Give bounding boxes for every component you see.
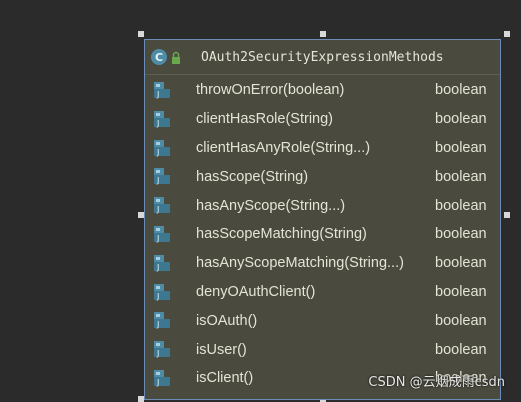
method-name: hasScope(String)	[196, 168, 309, 185]
method-j-icon: J	[153, 340, 171, 358]
method-name: clientHasRole(String)	[196, 111, 333, 128]
method-name: clientHasAnyRole(String...)	[196, 139, 371, 156]
method-j-icon: J	[153, 81, 171, 99]
lock-icon	[171, 50, 181, 64]
method-name: throwOnError(boolean)	[196, 82, 345, 99]
svg-text:J: J	[156, 320, 159, 329]
resize-handle-top-center[interactable]	[320, 31, 326, 37]
method-j-icon: J	[153, 369, 171, 387]
method-j-icon: J	[153, 196, 171, 214]
svg-text:J: J	[156, 378, 159, 387]
return-type: boolean	[435, 82, 487, 99]
return-type: boolean	[435, 341, 487, 358]
method-list-item[interactable]: JisOAuth() boolean	[145, 306, 500, 335]
class-c-icon: C	[151, 49, 167, 65]
resize-handle-middle-right[interactable]	[504, 212, 510, 218]
return-type: boolean	[435, 168, 487, 185]
class-name-title: OAuth2SecurityExpressionMethods	[201, 49, 444, 65]
return-type: boolean	[435, 197, 487, 214]
method-name: denyOAuthClient()	[196, 283, 316, 300]
method-j-icon: J	[153, 110, 171, 128]
method-j-icon: J	[153, 139, 171, 157]
method-list-item[interactable]: JhasScope(String) boolean	[145, 162, 500, 191]
method-list: JthrowOnError(boolean) boolean JclientHasR…	[145, 75, 500, 393]
svg-text:J: J	[156, 349, 159, 358]
method-list-item[interactable]: JdenyOAuthClient() boolean	[145, 278, 500, 307]
method-j-icon: J	[153, 254, 171, 272]
return-type: boolean	[435, 111, 487, 128]
svg-text:J: J	[156, 205, 159, 214]
svg-text:J: J	[156, 90, 159, 99]
method-name: hasAnyScopeMatching(String...)	[196, 255, 404, 272]
svg-text:J: J	[156, 148, 159, 157]
class-icon-letter: C	[154, 50, 164, 64]
method-list-item[interactable]: JclientHasAnyRole(String...) boolean	[145, 134, 500, 163]
svg-text:J: J	[156, 292, 159, 301]
completion-popup: C OAuth2SecurityExpressionMethods Jthrow…	[144, 39, 501, 400]
method-name: isClient()	[196, 370, 254, 387]
watermark: CSDN @云烟成雨csdn	[368, 375, 505, 390]
method-name: isUser()	[196, 341, 247, 358]
svg-text:J: J	[156, 176, 159, 185]
return-type: boolean	[435, 312, 487, 329]
method-list-item[interactable]: JclientHasRole(String) boolean	[145, 105, 500, 134]
method-list-item[interactable]: JisUser() boolean	[145, 335, 500, 364]
method-name: hasAnyScope(String...)	[196, 197, 346, 214]
resize-handle-top-right[interactable]	[504, 31, 510, 37]
method-j-icon: J	[153, 283, 171, 301]
method-j-icon: J	[153, 225, 171, 243]
popup-header: C OAuth2SecurityExpressionMethods	[145, 40, 500, 75]
svg-text:J: J	[156, 119, 159, 128]
method-list-item[interactable]: JhasAnyScopeMatching(String...) boolean	[145, 249, 500, 278]
resize-handle-top-left[interactable]	[138, 31, 144, 37]
method-name: hasScopeMatching(String)	[196, 226, 367, 243]
return-type: boolean	[435, 139, 487, 156]
return-type: boolean	[435, 255, 487, 272]
return-type: boolean	[435, 226, 487, 243]
svg-text:J: J	[156, 263, 159, 272]
method-list-item[interactable]: JhasAnyScope(String...) boolean	[145, 191, 500, 220]
return-type: boolean	[435, 283, 487, 300]
method-name: isOAuth()	[196, 312, 258, 329]
svg-text:J: J	[156, 234, 159, 243]
method-list-item[interactable]: JthrowOnError(boolean) boolean	[145, 76, 500, 105]
method-list-item[interactable]: JhasScopeMatching(String) boolean	[145, 220, 500, 249]
method-j-icon: J	[153, 167, 171, 185]
method-j-icon: J	[153, 311, 171, 329]
